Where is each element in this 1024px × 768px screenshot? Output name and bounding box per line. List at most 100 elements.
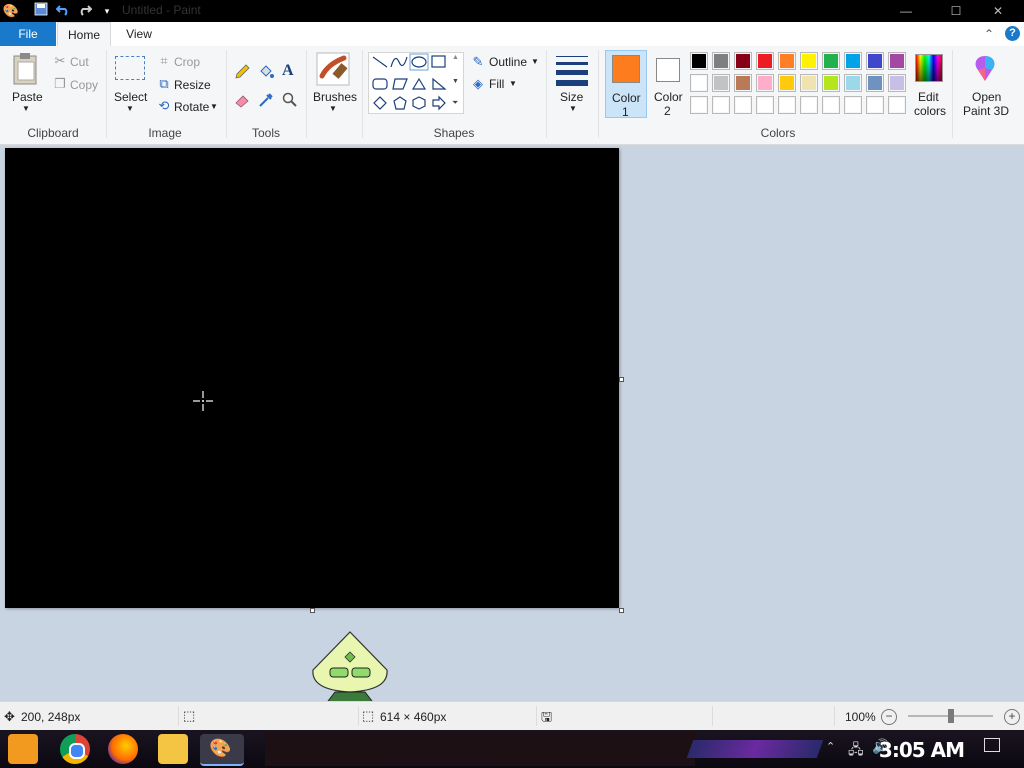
brushes-icon[interactable] — [316, 52, 350, 86]
cut-button[interactable]: Cut — [70, 55, 89, 69]
minimize-button[interactable]: — — [886, 0, 926, 22]
brushes-dropdown-icon[interactable]: ▼ — [329, 104, 337, 113]
zoom-in-icon[interactable]: + — [1004, 709, 1020, 725]
palette-swatch[interactable] — [800, 52, 818, 70]
outline-dropdown-icon[interactable]: ▼ — [531, 57, 539, 66]
tab-view[interactable]: View — [112, 22, 166, 46]
file-explorer-icon[interactable] — [158, 734, 188, 764]
paste-dropdown-icon[interactable]: ▼ — [22, 104, 30, 113]
palette-swatch[interactable] — [734, 74, 752, 92]
palette-swatch[interactable] — [800, 96, 818, 114]
paste-icon[interactable] — [10, 52, 42, 88]
size-icon[interactable] — [556, 56, 588, 86]
pencil-icon[interactable] — [234, 64, 250, 83]
edit-colors-label-2[interactable]: colors — [914, 104, 946, 118]
palette-swatch[interactable] — [822, 96, 840, 114]
start-button-icon[interactable] — [8, 734, 38, 764]
fill-bucket-icon[interactable] — [258, 64, 274, 83]
color-picker-icon[interactable] — [258, 92, 274, 111]
redo-icon[interactable] — [76, 2, 94, 20]
zoom-out-icon[interactable]: − — [881, 709, 897, 725]
tab-home[interactable]: Home — [57, 22, 111, 47]
network-icon[interactable]: 🖧 — [848, 739, 864, 763]
rotate-button[interactable]: Rotate — [174, 100, 209, 114]
size-button[interactable]: Size — [560, 90, 583, 104]
chrome-icon[interactable] — [60, 734, 90, 764]
color1-selector[interactable]: Color 1 — [605, 50, 647, 119]
palette-swatch[interactable] — [888, 96, 906, 114]
fill-dropdown-icon[interactable]: ▼ — [509, 79, 517, 88]
outline-button[interactable]: Outline — [489, 55, 527, 69]
size-dropdown-icon[interactable]: ▼ — [569, 104, 577, 113]
palette-swatch[interactable] — [866, 74, 884, 92]
save-icon[interactable] — [32, 2, 50, 20]
palette-swatch[interactable] — [734, 52, 752, 70]
firefox-icon[interactable] — [108, 734, 138, 764]
palette-swatch[interactable] — [800, 74, 818, 92]
palette-swatch[interactable] — [844, 74, 862, 92]
help-icon[interactable]: ? — [1005, 26, 1020, 41]
tab-file[interactable]: File — [0, 22, 56, 46]
fill-button[interactable]: Fill — [489, 77, 504, 91]
rotate-dropdown-icon[interactable]: ▼ — [210, 102, 218, 111]
palette-swatch[interactable] — [866, 96, 884, 114]
shapes-scroll-up-icon[interactable]: ▲ — [452, 54, 459, 61]
eraser-icon[interactable] — [234, 92, 250, 111]
resize-handle-bottom[interactable] — [310, 608, 315, 613]
undo-icon[interactable] — [54, 2, 72, 20]
paint-taskbar-icon[interactable]: 🎨 — [200, 734, 244, 766]
select-icon[interactable] — [115, 56, 145, 80]
paint3d-icon[interactable] — [970, 54, 1000, 87]
palette-swatch[interactable] — [778, 52, 796, 70]
customize-quick-access-icon[interactable]: ▾ — [98, 2, 116, 20]
close-button[interactable]: ✕ — [978, 0, 1018, 22]
palette-swatch[interactable] — [888, 74, 906, 92]
magnifier-icon[interactable] — [282, 92, 298, 111]
paint-app-icon[interactable]: 🎨 — [2, 2, 20, 20]
shapes-expand-icon[interactable]: ⏷ — [452, 98, 458, 108]
palette-swatch[interactable] — [690, 52, 708, 70]
paste-button[interactable]: Paste — [12, 90, 43, 104]
palette-swatch[interactable] — [712, 74, 730, 92]
palette-swatch[interactable] — [844, 52, 862, 70]
drawing-canvas[interactable] — [5, 148, 619, 608]
palette-swatch[interactable] — [866, 52, 884, 70]
palette-swatch[interactable] — [778, 96, 796, 114]
palette-swatch[interactable] — [756, 96, 774, 114]
palette-swatch[interactable] — [756, 52, 774, 70]
copy-button[interactable]: Copy — [70, 78, 98, 92]
paint3d-label-2[interactable]: Paint 3D — [963, 104, 1009, 118]
palette-swatch[interactable] — [778, 74, 796, 92]
palette-swatch[interactable] — [734, 96, 752, 114]
notifications-icon[interactable] — [984, 738, 1000, 752]
palette-swatch[interactable] — [690, 74, 708, 92]
shapes-scroll-down-icon[interactable]: ▼ — [452, 78, 459, 85]
palette-swatch[interactable] — [822, 74, 840, 92]
show-hidden-icons-icon[interactable]: ⌃ — [826, 740, 835, 753]
resize-button[interactable]: Resize — [174, 78, 211, 92]
select-button[interactable]: Select — [114, 90, 147, 104]
palette-swatch[interactable] — [888, 52, 906, 70]
paint3d-label[interactable]: Open — [972, 90, 1001, 104]
text-tool-icon[interactable]: A — [282, 62, 294, 80]
palette-swatch[interactable] — [822, 52, 840, 70]
shapes-gallery-icons[interactable] — [369, 53, 463, 113]
taskbar-clock[interactable]: 3:05 AM — [879, 738, 965, 762]
zoom-slider-thumb[interactable] — [947, 709, 954, 723]
edit-colors-icon[interactable] — [915, 54, 943, 82]
brushes-button[interactable]: Brushes — [313, 90, 357, 104]
palette-swatch[interactable] — [712, 96, 730, 114]
shapes-gallery[interactable] — [368, 52, 464, 114]
crop-button[interactable]: Crop — [174, 55, 200, 69]
palette-swatch[interactable] — [690, 96, 708, 114]
palette-swatch[interactable] — [756, 74, 774, 92]
palette-swatch[interactable] — [712, 52, 730, 70]
collapse-ribbon-icon[interactable]: ⌃ — [984, 27, 994, 41]
edit-colors-label[interactable]: Edit — [918, 90, 939, 104]
resize-handle-corner[interactable] — [619, 608, 624, 613]
palette-swatch[interactable] — [844, 96, 862, 114]
select-dropdown-icon[interactable]: ▼ — [126, 104, 134, 113]
maximize-button[interactable]: ☐ — [936, 0, 976, 22]
resize-handle-right[interactable] — [619, 377, 624, 382]
color2-selector[interactable]: Color 2 — [649, 50, 689, 118]
